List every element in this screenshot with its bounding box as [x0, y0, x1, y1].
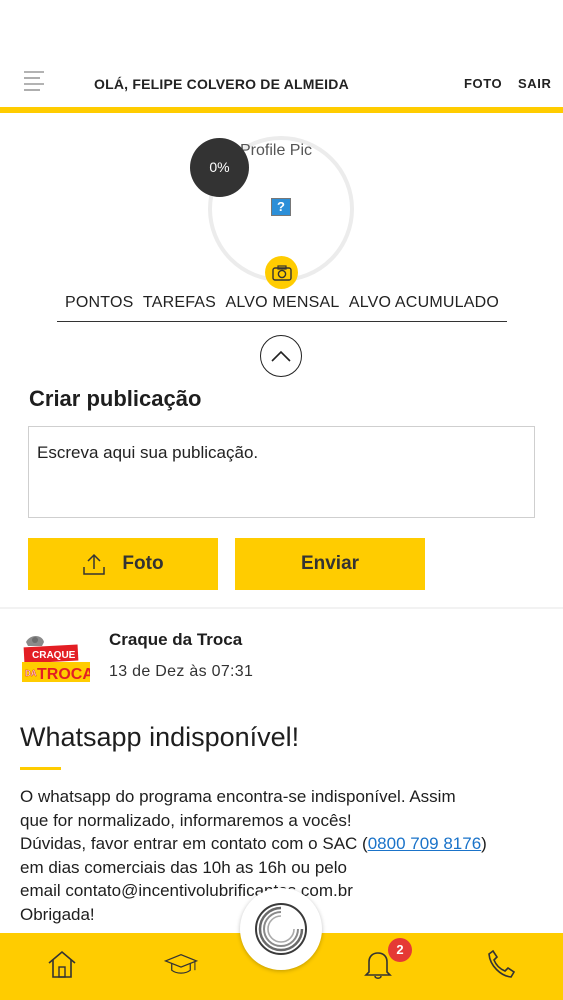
- post-body-line: O whatsapp do programa encontra-se indis…: [20, 787, 456, 806]
- tab-alvo-mensal[interactable]: ALVO MENSAL: [225, 294, 339, 321]
- graduation-cap-icon: [164, 954, 198, 974]
- logo-text-da: DA: [25, 669, 37, 678]
- photo-link[interactable]: FOTO: [464, 76, 502, 91]
- post-text-input[interactable]: [28, 426, 535, 518]
- nav-contact[interactable]: [484, 947, 518, 981]
- upload-photo-label: Foto: [122, 553, 164, 574]
- nav-home[interactable]: [45, 947, 79, 981]
- header-accent-bar: [0, 107, 563, 113]
- sac-phone-link[interactable]: 0800 709 8176: [368, 834, 481, 853]
- collapse-button[interactable]: [260, 335, 302, 377]
- post-date: 13 de Dez às 07:31: [109, 663, 254, 680]
- top-header: OLÁ, FELIPE COLVERO DE ALMEIDA FOTO SAIR: [0, 62, 563, 108]
- craque-da-troca-logo: CRAQUE DA TROCA: [20, 632, 94, 686]
- logo-text-bottom: TROCA: [37, 666, 90, 683]
- post-body-text: ): [481, 834, 487, 853]
- broken-image-icon: ?: [271, 198, 291, 216]
- camera-icon: [271, 264, 292, 281]
- upload-icon: [83, 553, 106, 575]
- upload-photo-button[interactable]: Foto: [28, 538, 218, 590]
- logout-link[interactable]: SAIR: [518, 76, 551, 91]
- post-title: Whatsapp indisponível!: [20, 722, 300, 752]
- nav-center-logo-button[interactable]: [240, 888, 322, 970]
- logo-text-top: CRAQUE: [32, 650, 76, 661]
- phone-icon: [488, 949, 516, 978]
- hamburger-menu-icon[interactable]: [22, 68, 48, 94]
- app-logo-icon: [255, 903, 307, 955]
- tab-pontos[interactable]: PONTOS: [65, 294, 133, 321]
- post-body-line: Dúvidas, favor entrar em contato com o S…: [20, 832, 550, 856]
- post-author[interactable]: Craque da Troca: [109, 630, 242, 650]
- tab-tarefas[interactable]: TAREFAS: [143, 294, 216, 321]
- post-body-text: Dúvidas, favor entrar em contato com o S…: [20, 834, 368, 853]
- post-body-line: em dias comerciais das 10h as 16h ou pel…: [20, 857, 347, 877]
- tab-alvo-acumulado[interactable]: ALVO ACUMULADO: [349, 294, 499, 321]
- chevron-up-icon: [271, 350, 291, 362]
- user-greeting: OLÁ, FELIPE COLVERO DE ALMEIDA: [94, 76, 349, 92]
- profile-tabs: PONTOS TAREFAS ALVO MENSAL ALVO ACUMULAD…: [57, 294, 507, 322]
- create-post-title: Criar publicação: [29, 386, 202, 411]
- notification-count-badge: 2: [388, 938, 412, 962]
- completion-badge: 0%: [190, 138, 249, 197]
- camera-button[interactable]: [265, 256, 298, 289]
- section-divider: [0, 607, 563, 609]
- post-body-line: que for normalizado, informaremos a você…: [20, 810, 352, 830]
- send-button[interactable]: Enviar: [235, 538, 425, 590]
- nav-training[interactable]: [164, 947, 198, 981]
- title-underline: [20, 767, 61, 770]
- home-icon: [48, 950, 76, 978]
- profile-pic-alt-text: Profile Pic: [240, 142, 313, 159]
